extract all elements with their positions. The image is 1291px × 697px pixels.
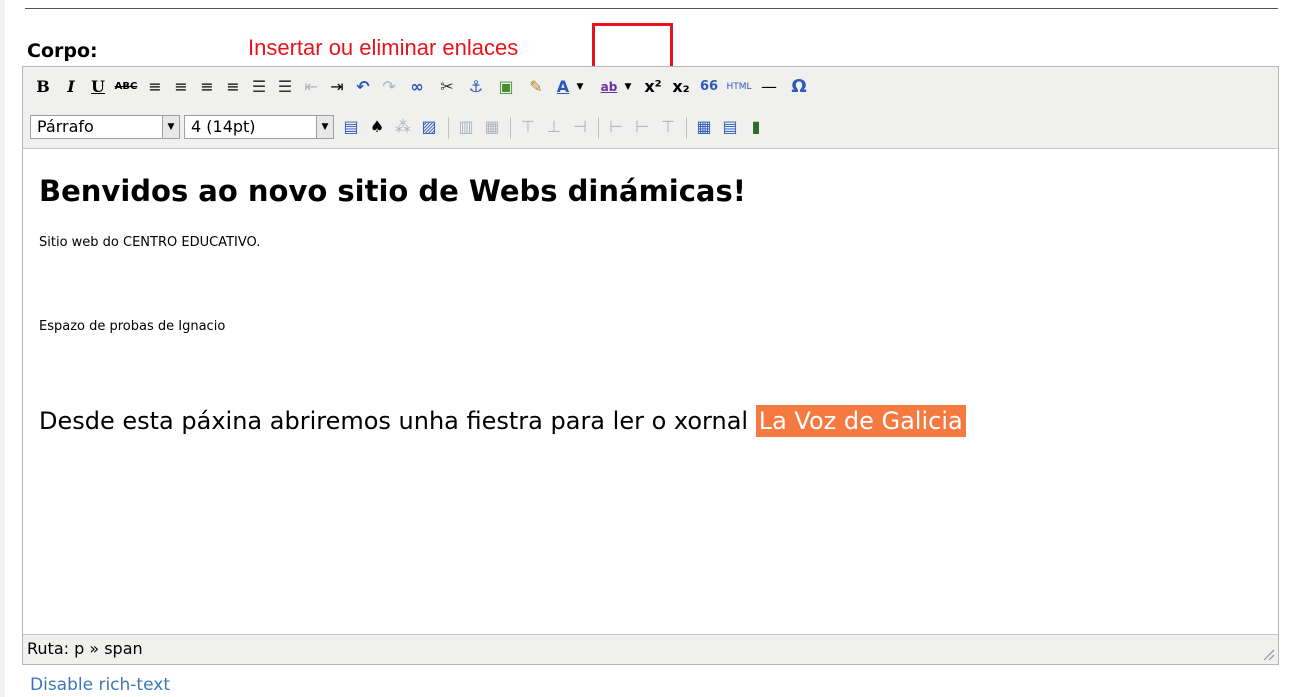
link-icon[interactable]: ∞ bbox=[406, 75, 428, 99]
editor-content-area[interactable]: Benvidos ao novo sitio de Webs dinámicas… bbox=[23, 149, 1278, 634]
underline-button[interactable]: U bbox=[90, 75, 106, 99]
content-heading: Benvidos ao novo sitio de Webs dinámicas… bbox=[39, 174, 746, 208]
content-paragraph-1: Sitio web do CENTRO EDUCATIVO. bbox=[39, 235, 261, 250]
indent-icon[interactable]: ⇥ bbox=[327, 75, 347, 99]
delete-col-icon[interactable]: ⊤ bbox=[658, 115, 678, 139]
editor-statusbar: Ruta: p » span bbox=[23, 634, 1278, 664]
chevron-down-icon: ▼ bbox=[162, 116, 179, 138]
align-justify-icon[interactable]: ≡ bbox=[223, 75, 243, 99]
insert-col-after-icon[interactable]: ⊢ bbox=[632, 115, 652, 139]
editor-toolbar: B I U ABC ≡ ≡ ≡ ≡ ☰ ☰ ⇤ ⇥ ↶ ↷ ∞ ✂ ⚓ ▣ ✎ … bbox=[23, 67, 1278, 149]
edit-css-icon[interactable]: ▨ bbox=[419, 115, 439, 139]
table-row-props-icon[interactable]: ▥ bbox=[456, 115, 476, 139]
format-select-value: Párrafo bbox=[37, 117, 94, 136]
align-center-icon[interactable]: ≡ bbox=[171, 75, 191, 99]
spellcheck-icon[interactable]: ⁂ bbox=[393, 115, 413, 139]
content-paragraph-3-text: Desde esta páxina abriremos unha fiestra… bbox=[39, 407, 756, 435]
redo-icon[interactable]: ↷ bbox=[379, 75, 399, 99]
content-paragraph-2: Espazo de probas de Ignacio bbox=[39, 319, 226, 334]
resize-grip-icon[interactable] bbox=[1263, 649, 1275, 661]
toolbar-separator bbox=[448, 117, 449, 139]
rich-text-editor: B I U ABC ≡ ≡ ≡ ≡ ☰ ☰ ⇤ ⇥ ↶ ↷ ∞ ✂ ⚓ ▣ ✎ … bbox=[22, 66, 1279, 665]
blockquote-icon[interactable]: 66 bbox=[698, 75, 720, 99]
italic-button[interactable]: I bbox=[63, 75, 79, 99]
table-cell-props-icon[interactable]: ▦ bbox=[482, 115, 502, 139]
horizontal-rule-icon[interactable]: — bbox=[758, 75, 780, 99]
insert-row-before-icon[interactable]: ⊤ bbox=[518, 115, 538, 139]
delete-row-icon[interactable]: ⊣ bbox=[570, 115, 590, 139]
unlink-icon[interactable]: ✂ bbox=[436, 75, 458, 99]
bullet-list-icon[interactable]: ☰ bbox=[249, 75, 269, 99]
selected-link-text[interactable]: La Voz de Galicia bbox=[755, 405, 966, 437]
body-field-label: Corpo: bbox=[27, 40, 98, 62]
page: Corpo: Insertar ou eliminar enlaces B I … bbox=[5, 0, 1291, 697]
media-icon[interactable]: ▮ bbox=[746, 115, 766, 139]
align-left-icon[interactable]: ≡ bbox=[145, 75, 165, 99]
table-icon[interactable]: ▦ bbox=[694, 115, 714, 139]
outdent-icon[interactable]: ⇤ bbox=[301, 75, 321, 99]
element-path: Ruta: p » span bbox=[27, 639, 143, 658]
anchor-icon[interactable]: ⚓ bbox=[465, 75, 487, 99]
insert-row-after-icon[interactable]: ⊥ bbox=[544, 115, 564, 139]
superscript-icon[interactable]: x² bbox=[642, 75, 664, 99]
annotation-callout-text: Insertar ou eliminar enlaces bbox=[248, 35, 519, 60]
highlight-color-icon[interactable]: ab bbox=[598, 75, 620, 99]
highlight-dropdown-icon[interactable]: ▼ bbox=[622, 75, 634, 99]
chevron-down-icon: ▼ bbox=[316, 116, 333, 138]
disable-rich-text-link[interactable]: Disable rich-text bbox=[30, 675, 170, 695]
divider bbox=[25, 8, 1278, 9]
numbered-list-icon[interactable]: ☰ bbox=[275, 75, 295, 99]
text-color-dropdown-icon[interactable]: ▼ bbox=[574, 75, 586, 99]
search-replace-icon[interactable]: ♠ bbox=[367, 115, 387, 139]
subscript-icon[interactable]: x₂ bbox=[670, 75, 692, 99]
format-select[interactable]: Párrafo ▼ bbox=[30, 115, 180, 139]
table-props-icon[interactable]: ▤ bbox=[720, 115, 740, 139]
special-char-icon[interactable]: Ω bbox=[788, 75, 810, 99]
toolbar-separator bbox=[598, 117, 599, 139]
align-right-icon[interactable]: ≡ bbox=[197, 75, 217, 99]
toolbar-separator bbox=[510, 117, 511, 139]
content-paragraph-3: Desde esta páxina abriremos unha fiestra… bbox=[39, 405, 966, 437]
font-size-select[interactable]: 4 (14pt) ▼ bbox=[184, 115, 334, 139]
insert-col-before-icon[interactable]: ⊢ bbox=[606, 115, 626, 139]
strikethrough-button[interactable]: ABC bbox=[113, 75, 139, 99]
fullscreen-icon[interactable]: ▤ bbox=[341, 115, 361, 139]
undo-icon[interactable]: ↶ bbox=[353, 75, 373, 99]
text-color-icon[interactable]: A bbox=[552, 75, 574, 99]
cleanup-icon[interactable]: ✎ bbox=[525, 75, 547, 99]
font-size-select-value: 4 (14pt) bbox=[191, 117, 256, 136]
bold-button[interactable]: B bbox=[35, 75, 51, 99]
image-icon[interactable]: ▣ bbox=[495, 75, 517, 99]
html-source-icon[interactable]: HTML bbox=[724, 75, 754, 99]
toolbar-separator bbox=[686, 117, 687, 139]
